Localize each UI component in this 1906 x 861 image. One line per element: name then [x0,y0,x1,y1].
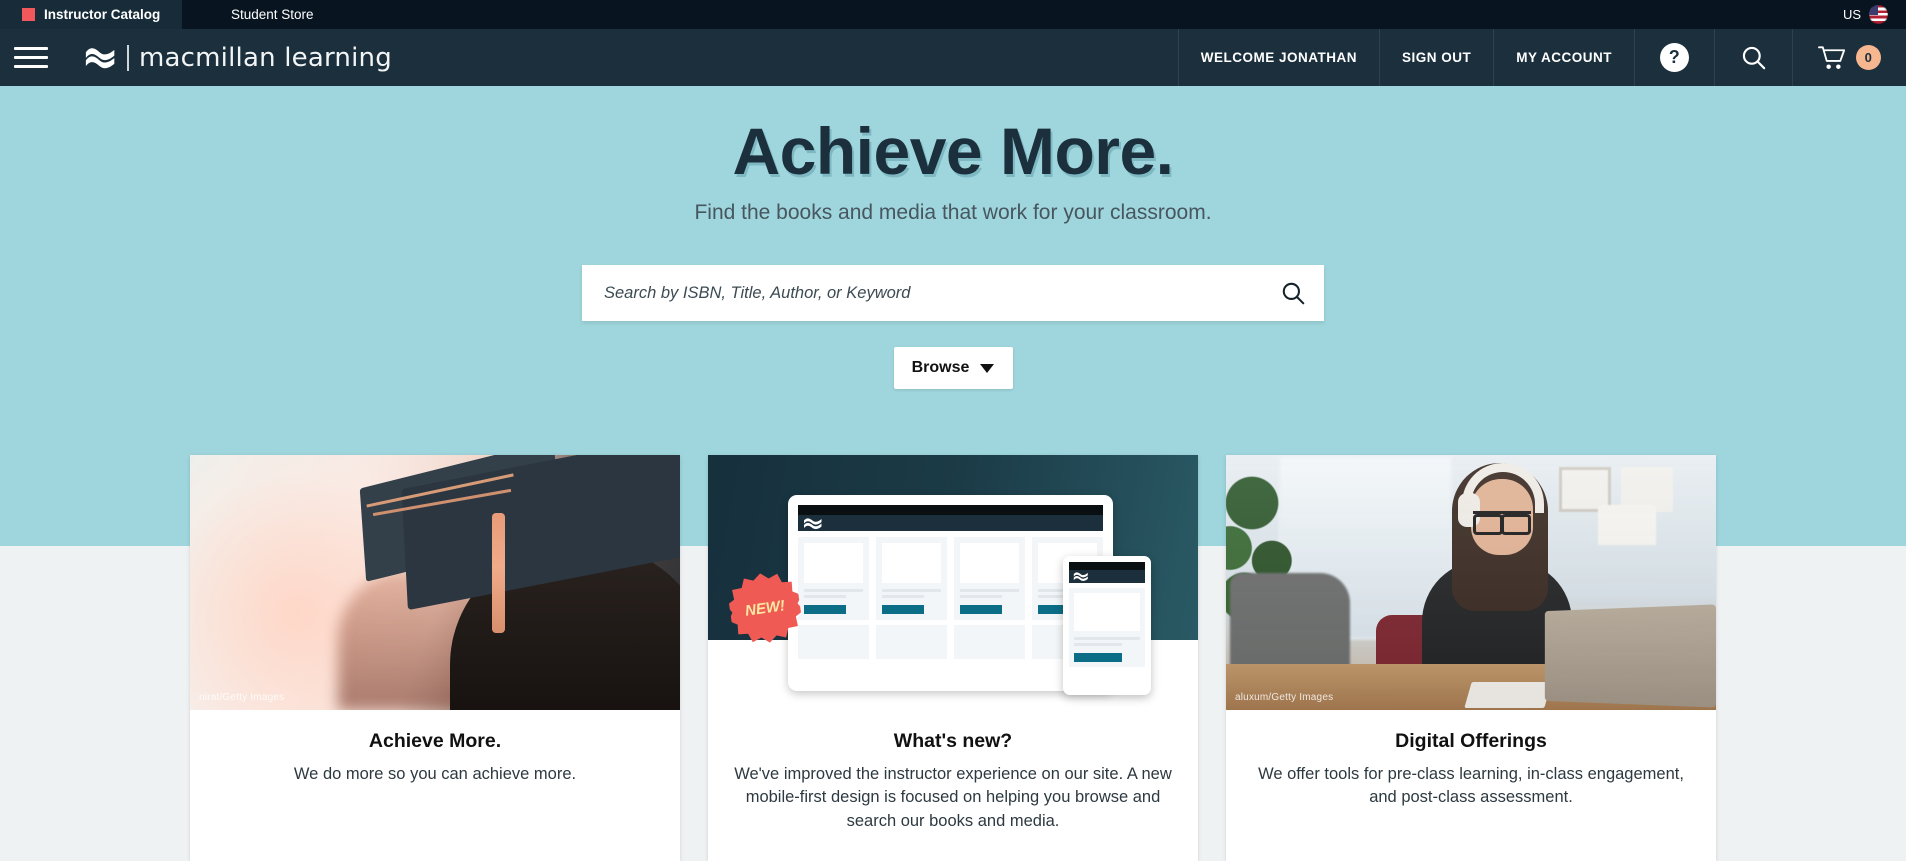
browser-product-tile [954,625,1025,659]
locale-label: US [1842,7,1861,22]
card-image-digital-offerings: aluxum/Getty Images [1226,455,1716,710]
phone-product-tile [1069,588,1145,667]
chevron-down-icon [980,363,995,373]
card-body: Achieve More. We do more so you can achi… [190,710,680,814]
tile-button [882,605,925,614]
page-title: Achieve More. [732,114,1175,188]
photo-shading [1226,455,1716,710]
image-credit: aluxum/Getty Images [1235,692,1334,703]
tab-student-store-label: Student Store [230,7,314,22]
feature-card-row: nirat/Getty Images Achieve More. We do m… [0,455,1906,861]
locale-selector[interactable]: US [1843,0,1906,29]
browser-product-tile [798,625,869,659]
card-description: We offer tools for pre-class learning, i… [1258,765,1684,807]
hamburger-menu-icon[interactable] [0,29,62,86]
tassel-icon [492,513,505,633]
main-header: macmillan learning WELCOME JONATHAN SIGN… [0,29,1906,86]
macmillan-wave-logo-icon [804,517,822,529]
tabbar-spacer [362,0,1843,29]
card-body: What's new? We've improved the instructo… [708,710,1198,861]
card-digital-offerings[interactable]: aluxum/Getty Images Digital Offerings We… [1226,455,1716,861]
mobile-phone-mockup [1063,556,1151,695]
tile-thumbnail [882,543,941,583]
tile-line [804,589,863,592]
tile-line [960,589,1019,592]
phone-navbar [1069,570,1145,583]
tile-button [1074,653,1122,662]
search-submit-button[interactable] [1262,265,1324,321]
search-icon [1282,283,1305,305]
tab-instructor-catalog-label: Instructor Catalog [44,7,161,22]
student-laptop-photo [1226,455,1716,710]
tile-thumbnail [1074,593,1140,631]
card-image-whats-new: NEW! [708,455,1198,710]
header-nav: WELCOME JONATHAN SIGN OUT MY ACCOUNT ? 0 [1177,29,1906,86]
hero-search-bar [582,265,1324,322]
macmillan-wave-logo-icon [1073,572,1088,581]
cart-count-badge: 0 [1856,45,1881,70]
card-image-graduation: nirat/Getty Images [190,455,680,710]
tile-button [804,605,847,614]
help-button[interactable]: ? [1634,29,1714,86]
active-tab-marker-icon [22,8,35,21]
card-description: We do more so you can achieve more. [293,765,577,783]
brand-logo[interactable]: macmillan learning [62,29,392,86]
brand-name: macmillan learning [139,42,392,73]
browser-product-tile [954,537,1025,620]
cart-wrap: 0 [1818,45,1881,71]
card-body: Digital Offerings We offer tools for pre… [1226,710,1716,838]
card-description: We've improved the instructor experience… [734,765,1172,830]
phone-titlebar [1069,562,1145,570]
browse-dropdown-button[interactable]: Browse [893,347,1013,390]
hamburger-bar [14,65,48,68]
us-flag-icon [1869,5,1888,24]
header-search-button[interactable] [1714,29,1792,86]
card-title: What's new? [893,730,1013,752]
tile-line [1074,637,1140,640]
macmillan-wave-logo-icon [85,47,115,68]
tile-thumbnail [804,543,863,583]
header-spacer [392,29,1178,86]
image-credit: nirat/Getty Images [199,692,285,703]
card-achieve-more[interactable]: nirat/Getty Images Achieve More. We do m… [190,455,680,861]
tile-thumbnail [960,543,1019,583]
browse-label: Browse [911,359,970,377]
help-question-icon: ? [1660,43,1689,72]
browser-card-grid [798,537,1103,620]
hero-subtitle: Find the books and media that work for y… [694,201,1212,225]
tile-line [1074,643,1122,646]
browser-product-tile [798,537,869,620]
search-icon [1742,46,1766,70]
browser-card-grid-row2 [798,625,1103,659]
cart-button[interactable]: 0 [1792,29,1906,86]
hamburger-bar [14,56,48,59]
hamburger-bar [14,47,48,50]
browser-product-tile [876,537,947,620]
sign-out-button[interactable]: SIGN OUT [1378,29,1493,86]
brand-divider [127,44,129,71]
tab-instructor-catalog[interactable]: Instructor Catalog [0,0,183,29]
browser-titlebar [798,505,1103,515]
tile-line [960,595,1003,598]
my-account-button[interactable]: MY ACCOUNT [1493,29,1634,86]
tile-button [960,605,1003,614]
graduation-photo [190,455,680,710]
welcome-user-label[interactable]: WELCOME JONATHAN [1177,29,1379,86]
shopping-cart-icon [1818,45,1846,69]
search-input[interactable] [582,265,1262,322]
card-title: Achieve More. [368,730,502,752]
card-title: Digital Offerings [1395,730,1547,752]
tile-line [882,589,941,592]
utility-tab-bar: Instructor Catalog Student Store US [0,0,1906,29]
browser-navbar [798,515,1103,531]
tab-student-store[interactable]: Student Store [182,0,363,29]
tile-line [804,595,847,598]
tile-line [882,595,925,598]
card-whats-new[interactable]: NEW! What's new? We've improved the inst… [708,455,1198,861]
browser-product-tile [876,625,947,659]
